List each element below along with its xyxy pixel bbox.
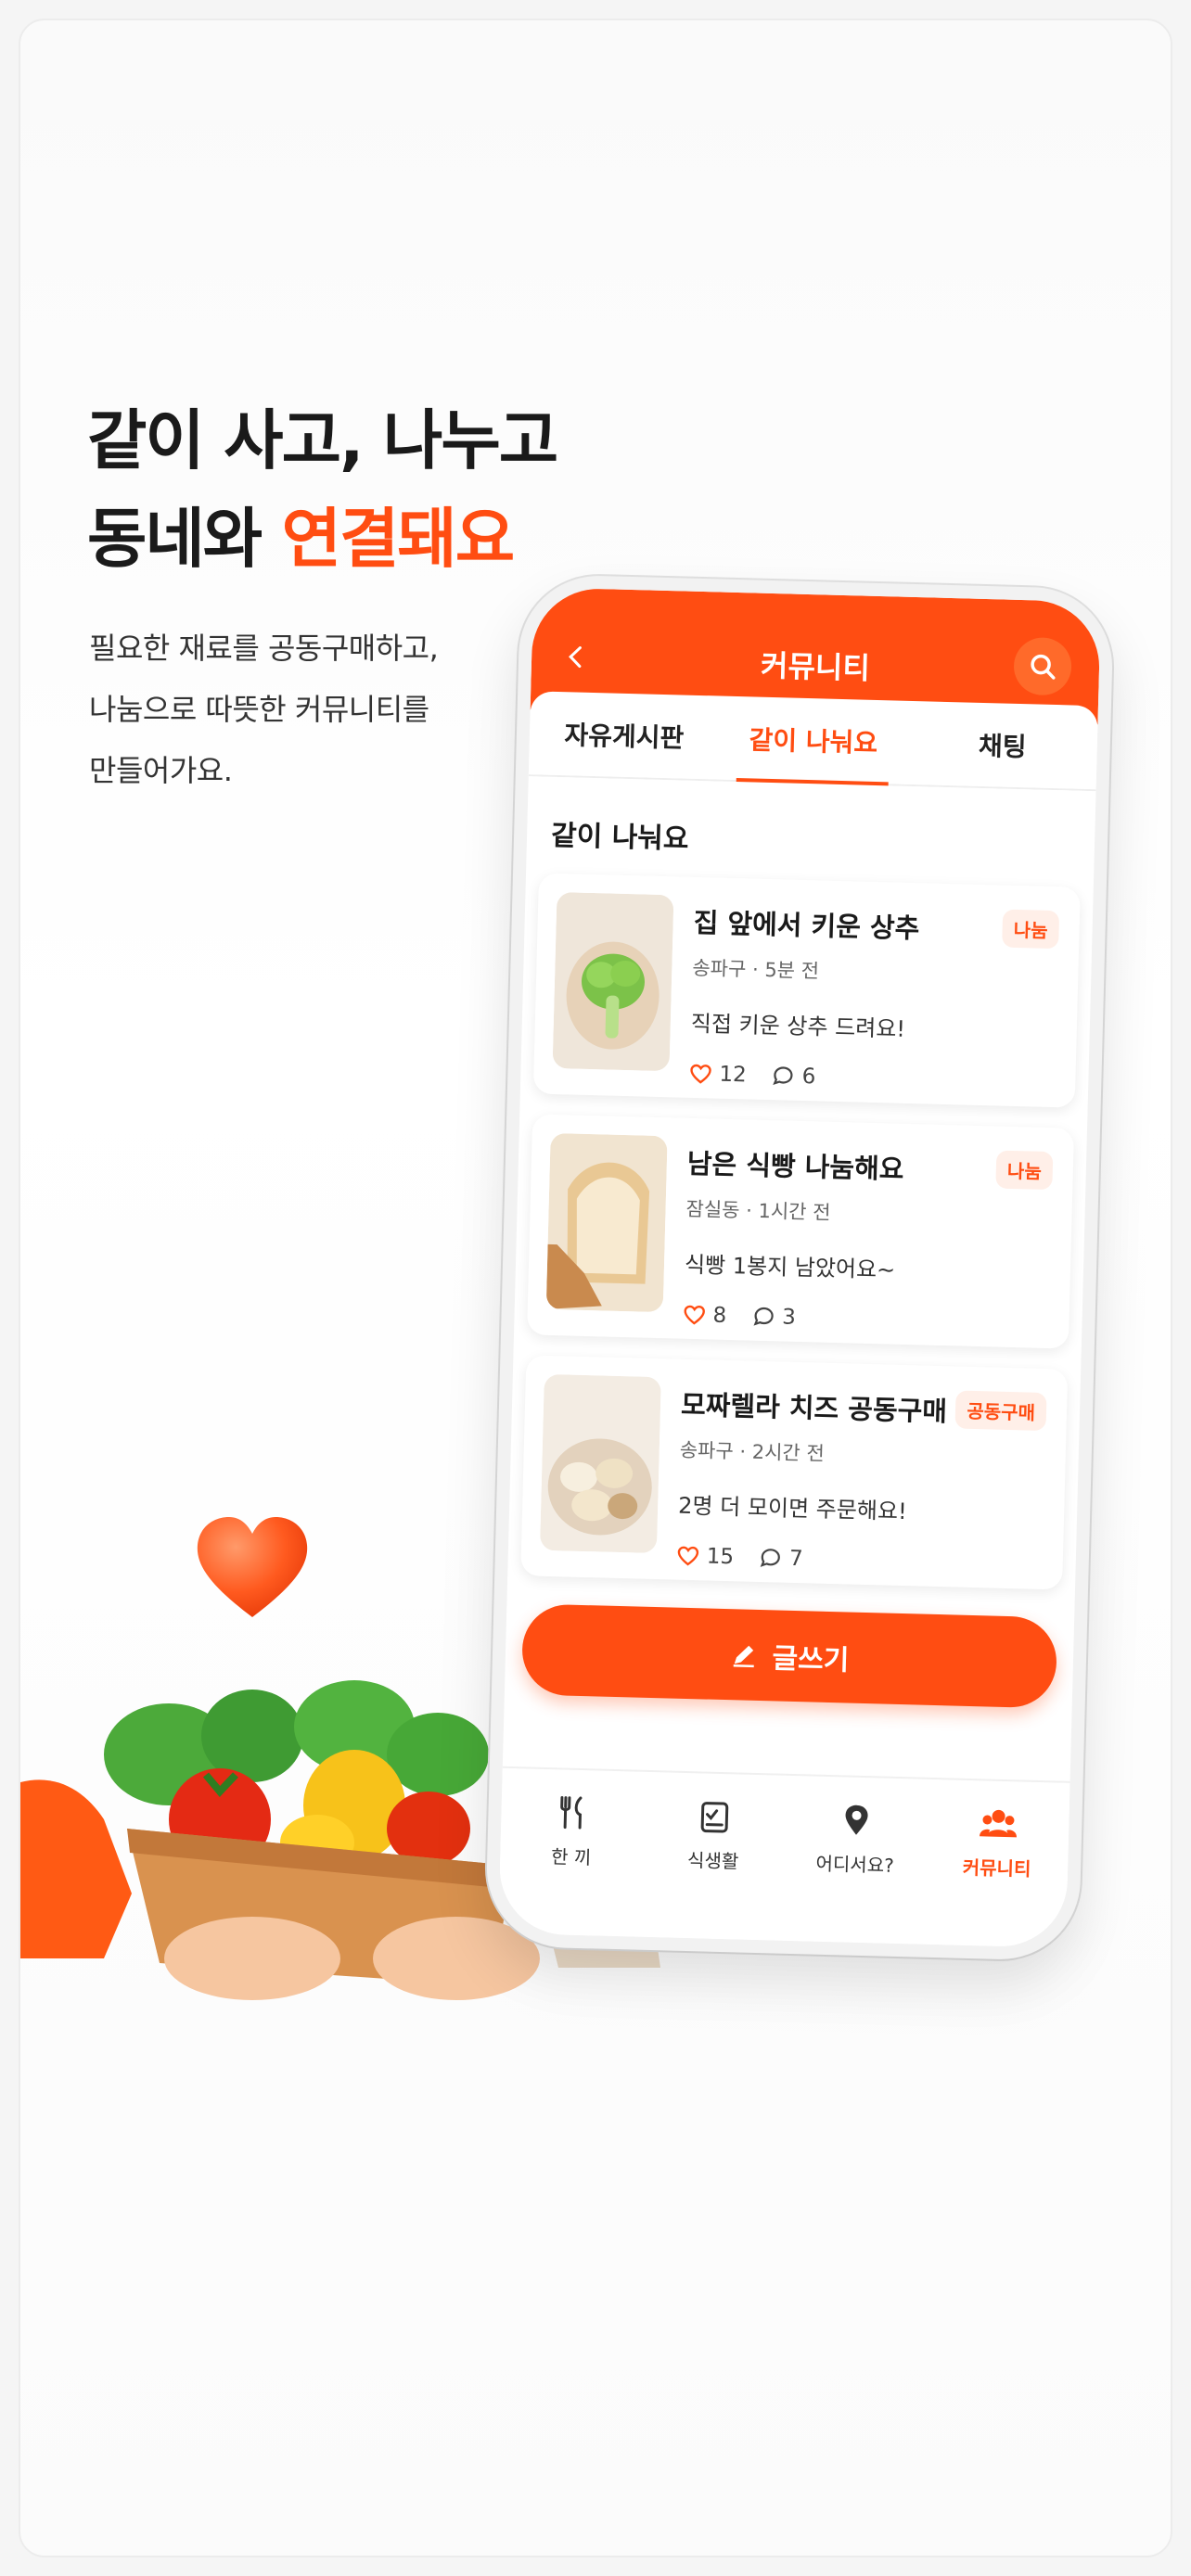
headline-line-2-prefix: 동네와	[87, 501, 282, 577]
heart-outline-icon	[684, 1305, 705, 1325]
headline-line-1: 같이 사고, 나누고	[87, 402, 558, 478]
phone-mockup: 커뮤니티 자유게시판 같이 나눠요 채팅 같이 나눠요 집 앞에서 키운 상추 …	[484, 573, 1115, 1962]
comment-icon	[760, 1549, 781, 1567]
like-count[interactable]: 15	[676, 1544, 735, 1570]
post-stats: 8 3	[683, 1303, 1051, 1336]
post-meta: 송파구 · 2시간 전	[679, 1438, 826, 1465]
bread-photo	[545, 1132, 668, 1313]
tab-chat[interactable]: 채팅	[907, 701, 1098, 789]
comment-icon	[773, 1066, 793, 1086]
promo-frame: 같이 사고, 나누고 동네와 연결돼요 필요한 재료를 공동구매하고, 나눔으로…	[19, 19, 1172, 2557]
post-badge: 나눔	[995, 1150, 1054, 1191]
like-count-value: 15	[706, 1544, 735, 1570]
community-icon	[979, 1809, 1017, 1838]
tab-bar: 자유게시판 같이 나눠요 채팅	[528, 691, 1098, 792]
nav-label: 어디서요?	[815, 1852, 895, 1877]
comment-count-value: 3	[781, 1305, 797, 1330]
post-description: 2명 더 모이면 주문해요!	[677, 1492, 908, 1525]
subcopy-line-2: 나눔으로 따뜻한 커뮤니티를	[89, 692, 429, 727]
comment-count-value: 6	[801, 1065, 816, 1090]
post-card[interactable]: 집 앞에서 키운 상추 송파구 · 5분 전 직접 키운 상추 드려요! 12 …	[532, 873, 1081, 1108]
nav-label: 커뮤니티	[962, 1855, 1031, 1881]
headline-line-2: 동네와 연결돼요	[87, 490, 557, 588]
like-count[interactable]: 12	[689, 1062, 748, 1088]
subcopy-line-1: 필요한 재료를 공동구매하고,	[89, 631, 439, 666]
bottom-nav: 한 끼 식생활 어디서요? 커뮤니티	[498, 1766, 1070, 1948]
headline-accent: 연결돼요	[281, 501, 516, 577]
lettuce-photo	[552, 892, 674, 1072]
post-card[interactable]: 모짜렐라 치즈 공동구매 송파구 · 2시간 전 2명 더 모이면 주문해요! …	[520, 1355, 1069, 1590]
comment-count[interactable]: 7	[760, 1546, 803, 1571]
heart-outline-icon	[690, 1064, 711, 1084]
checklist-icon	[700, 1802, 728, 1833]
nav-item-meal[interactable]: 한 끼	[498, 1792, 644, 1937]
nav-item-diet[interactable]: 식생활	[640, 1796, 786, 1941]
search-button[interactable]	[1013, 636, 1072, 696]
tab-free-board[interactable]: 자유게시판	[529, 691, 720, 779]
post-stats: 12 6	[689, 1062, 1057, 1095]
nav-item-community[interactable]: 커뮤니티	[924, 1804, 1069, 1948]
like-count-value: 12	[719, 1062, 748, 1088]
subcopy-line-3: 만들어가요.	[89, 753, 233, 788]
post-badge: 공동구매	[954, 1390, 1047, 1432]
section-title: 같이 나눠요	[550, 819, 689, 856]
location-pin-icon	[845, 1804, 868, 1835]
nav-label: 식생활	[686, 1849, 739, 1873]
heart-outline-icon	[677, 1546, 699, 1566]
tab-share-together[interactable]: 같이 나눠요	[718, 696, 909, 784]
comment-count-value: 7	[788, 1546, 804, 1572]
comment-count[interactable]: 6	[772, 1064, 816, 1090]
post-description: 직접 키운 상추 드려요!	[690, 1010, 906, 1042]
fork-knife-icon	[559, 1795, 582, 1830]
search-icon	[1031, 654, 1056, 680]
write-post-label: 글쓰기	[772, 1642, 850, 1677]
headline: 같이 사고, 나누고 동네와 연결돼요	[87, 391, 558, 588]
like-count-value: 8	[712, 1303, 727, 1328]
subcopy: 필요한 재료를 공동구매하고, 나눔으로 따뜻한 커뮤니티를 만들어가요.	[89, 618, 571, 801]
post-card[interactable]: 남은 식빵 나눔해요 잠실동 · 1시간 전 식빵 1봉지 남았어요~ 8 3 …	[527, 1114, 1075, 1349]
nav-label: 한 끼	[550, 1845, 592, 1869]
pencil-icon	[733, 1645, 754, 1668]
comment-count[interactable]: 3	[752, 1305, 796, 1330]
post-meta: 송파구 · 5분 전	[692, 956, 820, 983]
like-count[interactable]: 8	[683, 1303, 727, 1328]
write-post-button[interactable]: 글쓰기	[520, 1603, 1058, 1709]
cheese-photo	[539, 1373, 661, 1554]
post-meta: 잠실동 · 1시간 전	[685, 1197, 831, 1224]
comment-icon	[753, 1307, 774, 1326]
app-title: 커뮤니티	[760, 647, 871, 686]
post-badge: 나눔	[1002, 909, 1060, 950]
post-description: 식빵 1봉지 남았어요~	[684, 1251, 896, 1283]
post-stats: 15 7	[676, 1544, 1044, 1577]
nav-item-where[interactable]: 어디서요?	[782, 1800, 928, 1945]
back-arrow-icon[interactable]	[563, 644, 590, 670]
